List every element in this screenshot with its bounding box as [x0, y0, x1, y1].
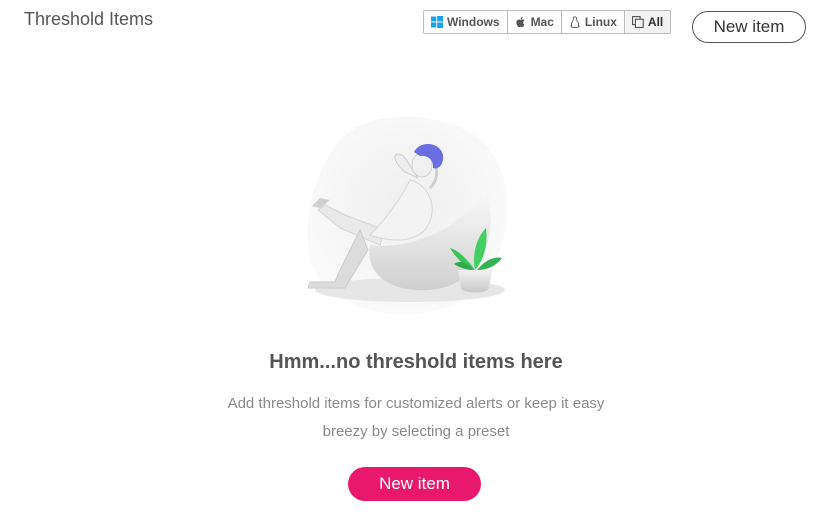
- os-filter-label: All: [647, 15, 664, 29]
- linux-icon: [570, 16, 580, 28]
- empty-state-title: Hmm...no threshold items here: [269, 351, 563, 373]
- page-title: Threshold Items: [24, 9, 154, 29]
- os-filter-mac[interactable]: Mac: [507, 11, 562, 33]
- os-filter-label: Linux: [584, 15, 617, 29]
- copy-icon: [632, 16, 644, 28]
- os-filter-label: Mac: [530, 15, 554, 29]
- os-filter-label: Windows: [447, 15, 500, 29]
- os-filter: Windows Mac Linux All: [423, 10, 672, 34]
- new-item-button-primary[interactable]: New item: [348, 467, 481, 501]
- os-filter-linux[interactable]: Linux: [561, 11, 625, 33]
- apple-icon: [515, 17, 524, 28]
- person-relaxing-in-chair-illustration: [307, 116, 508, 315]
- os-filter-windows[interactable]: Windows: [424, 11, 508, 33]
- os-filter-all[interactable]: All: [624, 11, 671, 33]
- empty-state-description: Add threshold items for customized alert…: [227, 395, 605, 440]
- new-item-button-header[interactable]: New item: [692, 11, 806, 43]
- windows-icon: [431, 16, 443, 28]
